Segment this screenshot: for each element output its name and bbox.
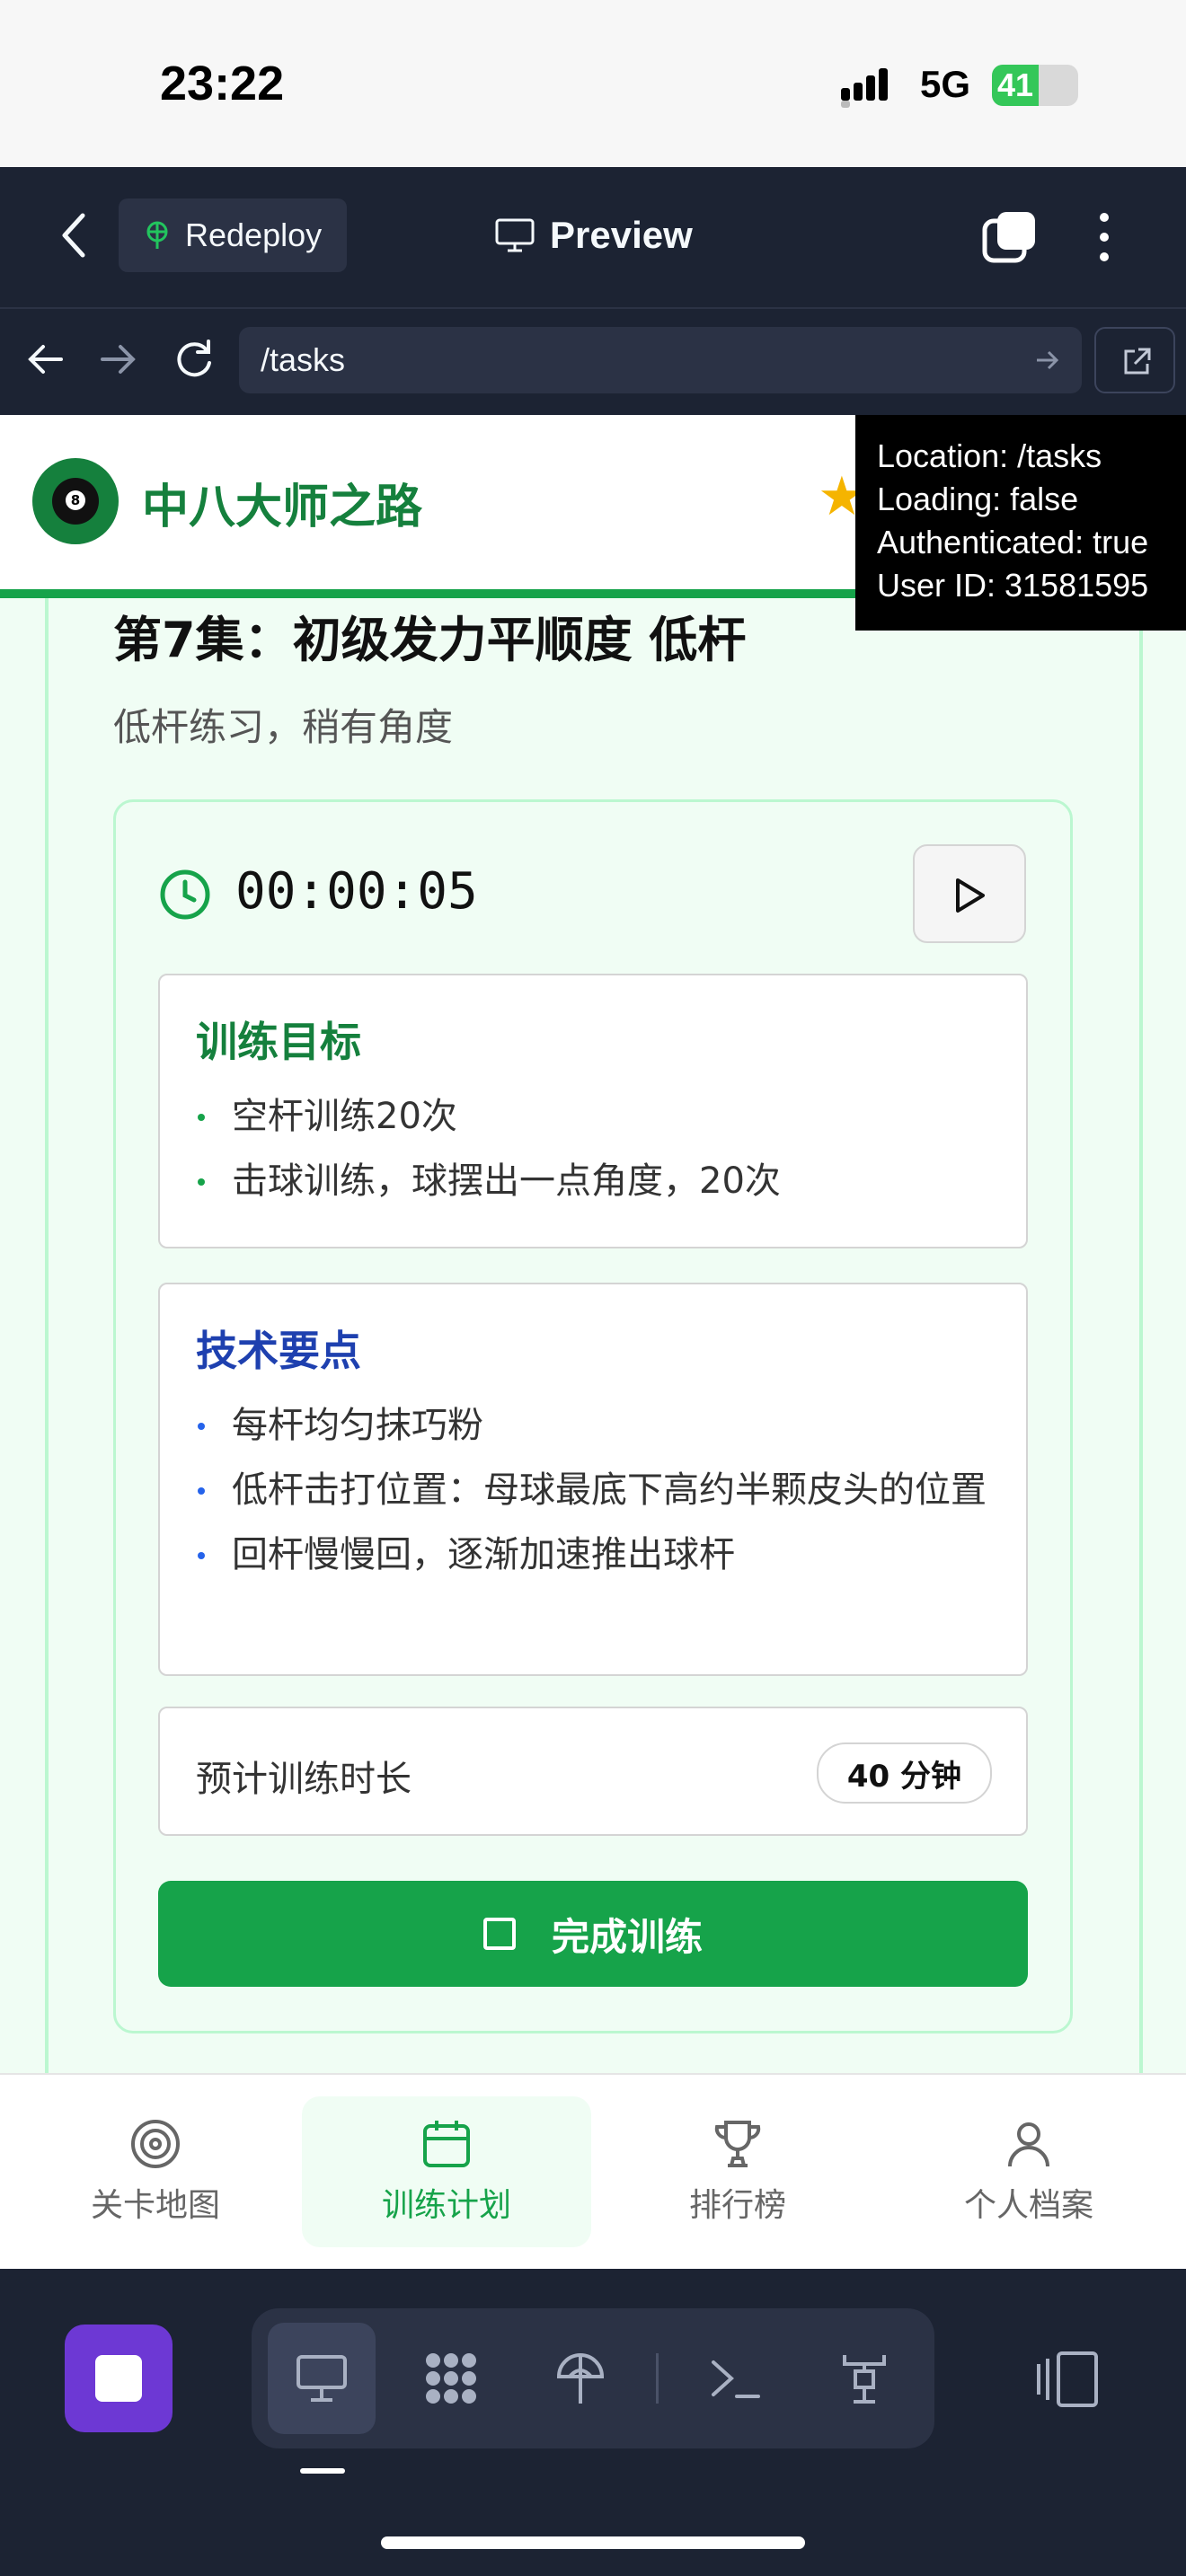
preview-tab[interactable]: Preview: [494, 208, 693, 262]
status-time: 23:22: [160, 57, 285, 110]
monitor-icon: [296, 2355, 347, 2402]
debug-location: Location: /tasks: [877, 437, 1102, 474]
play-button[interactable]: [913, 844, 1026, 943]
goals-heading: 训练目标: [196, 1018, 361, 1066]
goals-list: 空杆训练20次 击球训练，球摆出一点角度，20次: [196, 1090, 996, 1220]
technique-section: 技术要点 每杆均匀抹巧粉 低杆击打位置：母球最底下高约半颗皮头的位置 回杆慢慢回…: [158, 1283, 1028, 1676]
technique-list: 每杆均匀抹巧粉 低杆击打位置：母球最底下高约半颗皮头的位置 回杆慢慢回，逐渐加速…: [196, 1399, 996, 1593]
training-timer: 00:00:05: [235, 862, 478, 921]
shell-tool-button[interactable]: [681, 2323, 789, 2434]
list-item: 每杆均匀抹巧粉: [196, 1399, 996, 1451]
preview-tool-button[interactable]: [268, 2323, 376, 2434]
grid-dots-icon: [426, 2353, 476, 2404]
apps-tool-button[interactable]: [397, 2323, 505, 2434]
nav-item-profile[interactable]: 个人档案: [884, 2096, 1173, 2247]
complete-training-button[interactable]: 完成训练: [158, 1881, 1028, 1987]
nav-label: 个人档案: [963, 2187, 1093, 2224]
debug-user-id: User ID: 31581595: [877, 567, 1149, 604]
trophy-icon: [714, 2121, 761, 2167]
debug-loading: Loading: false: [877, 481, 1079, 517]
external-link-icon: [1124, 348, 1151, 375]
debug-overlay: Location: /tasks Loading: false Authenti…: [855, 415, 1186, 631]
nav-item-leaderboard[interactable]: 排行榜: [593, 2096, 882, 2247]
cellular-signal-icon: [841, 68, 888, 108]
episode-title: 第7集：初级发力平顺度 低杆: [113, 612, 747, 668]
monitor-icon: [495, 218, 535, 252]
duration-label: 预计训练时长: [196, 1759, 412, 1800]
debug-authenticated: Authenticated: true: [877, 524, 1149, 560]
complete-label: 完成训练: [551, 1914, 703, 1959]
nav-item-level-map[interactable]: 关卡地图: [11, 2096, 300, 2247]
checkbox-icon: [482, 1918, 516, 1950]
user-icon: [1008, 2122, 1049, 2167]
target-icon: [131, 2120, 180, 2168]
active-tool-indicator: [300, 2468, 345, 2474]
duration-badge: 40 分钟: [816, 1742, 992, 1804]
app-title: 中八大师之路: [142, 481, 423, 534]
nav-label: 关卡地图: [90, 2187, 220, 2224]
eight-ball-logo: 8: [32, 458, 119, 544]
list-item: 回杆慢慢回，逐渐加速推出球杆: [196, 1529, 996, 1581]
stop-icon: [95, 2355, 142, 2402]
deploy-icon: [146, 221, 168, 249]
nav-label: 训练计划: [381, 2187, 511, 2224]
url-input[interactable]: /tasks: [239, 327, 1082, 393]
back-arrow-icon[interactable]: [22, 336, 68, 383]
network-type: 5G: [920, 63, 971, 105]
duration-row: 预计训练时长 40 分钟: [158, 1707, 1028, 1836]
clock-icon: [160, 869, 210, 920]
play-icon: [956, 878, 985, 913]
open-external-button[interactable]: [1094, 327, 1175, 393]
tabs-icon[interactable]: [981, 208, 1039, 266]
deploy-icon: [556, 2353, 605, 2404]
nav-item-training-plan[interactable]: 训练计划: [302, 2096, 591, 2247]
redeploy-button[interactable]: Redeploy: [119, 198, 347, 272]
database-tool-button[interactable]: [810, 2323, 918, 2434]
network-icon: [843, 2355, 886, 2404]
go-arrow-icon[interactable]: [1033, 347, 1060, 374]
url-text: /tasks: [261, 341, 346, 378]
technique-heading: 技术要点: [196, 1327, 361, 1375]
goals-section: 训练目标 空杆训练20次 击球训练，球摆出一点角度，20次: [158, 974, 1028, 1248]
battery-icon: 41: [992, 65, 1078, 106]
stop-button[interactable]: [65, 2325, 173, 2432]
nav-label: 排行榜: [688, 2187, 786, 2224]
battery-level: 41: [997, 66, 1034, 103]
list-item: 空杆训练20次: [196, 1090, 996, 1142]
forward-arrow-icon[interactable]: [95, 336, 142, 383]
list-item: 低杆击打位置：母球最底下高约半颗皮头的位置: [196, 1464, 996, 1516]
back-chevron-icon[interactable]: [56, 208, 92, 262]
terminal-icon: [712, 2360, 760, 2398]
ios-status-bar: 23:22 5G 41: [0, 0, 1186, 167]
calendar-icon: [423, 2121, 470, 2167]
tool-divider: [656, 2353, 659, 2404]
reload-icon[interactable]: [171, 336, 217, 383]
preview-label: Preview: [550, 214, 693, 256]
deploy-tool-button[interactable]: [527, 2323, 634, 2434]
episode-subtitle: 低杆练习，稍有角度: [113, 705, 454, 749]
home-indicator: [381, 2536, 805, 2549]
list-item: 击球训练，球摆出一点角度，20次: [196, 1155, 996, 1207]
more-vertical-icon[interactable]: [1091, 208, 1118, 266]
redeploy-label: Redeploy: [185, 216, 323, 253]
panel-toggle-icon[interactable]: [1033, 2348, 1102, 2411]
